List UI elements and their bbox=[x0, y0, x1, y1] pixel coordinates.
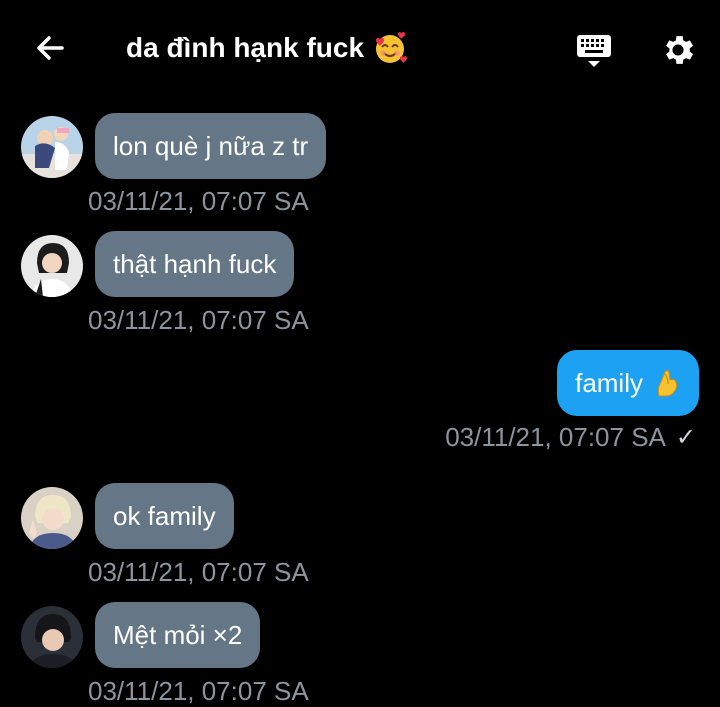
message-text: family bbox=[575, 367, 643, 398]
message-timestamp: 03/11/21, 07:07 SA bbox=[88, 557, 309, 587]
settings-button[interactable] bbox=[656, 28, 700, 72]
message-timestamp-outgoing: 03/11/21, 07:07 SA ✓ bbox=[445, 422, 696, 453]
sent-checkmark-icon: ✓ bbox=[675, 424, 696, 451]
message-bubble[interactable]: ok family bbox=[95, 483, 234, 549]
avatar[interactable] bbox=[21, 116, 83, 178]
chat-header: da đình hạnk fuck bbox=[0, 0, 720, 96]
message-text: thật hạnh fuck bbox=[113, 248, 277, 279]
message-bubble[interactable]: lon què j nữa z tr bbox=[95, 113, 327, 179]
avatar[interactable] bbox=[21, 606, 83, 668]
message-timestamp: 03/11/21, 07:07 SA bbox=[88, 305, 309, 335]
message-text: Mệt mỏi ×2 bbox=[113, 619, 243, 650]
keyboard-icon bbox=[577, 35, 611, 67]
back-button[interactable] bbox=[30, 28, 70, 68]
arrow-left-icon bbox=[37, 36, 64, 60]
keyboard-button[interactable] bbox=[572, 28, 616, 72]
avatar[interactable] bbox=[21, 235, 83, 297]
conversation-title: da đình hạnk fuck bbox=[126, 32, 365, 63]
message-text: lon què j nữa z tr bbox=[113, 130, 309, 161]
message-timestamp: 03/11/21, 07:07 SA bbox=[445, 422, 666, 452]
pinched-fingers-icon bbox=[657, 370, 678, 397]
conversation-title-group[interactable]: da đình hạnk fuck bbox=[126, 28, 408, 68]
avatar[interactable] bbox=[21, 487, 83, 549]
smiling-face-with-hearts-icon bbox=[376, 32, 408, 63]
gear-icon bbox=[666, 36, 694, 64]
message-bubble[interactable]: thật hạnh fuck bbox=[95, 231, 295, 297]
message-text: ok family bbox=[113, 500, 216, 531]
message-timestamp: 03/11/21, 07:07 SA bbox=[88, 676, 309, 706]
message-bubble[interactable]: Mệt mỏi ×2 bbox=[95, 602, 261, 668]
message-bubble-outgoing[interactable]: family bbox=[557, 350, 699, 416]
message-timestamp: 03/11/21, 07:07 SA bbox=[88, 186, 309, 216]
